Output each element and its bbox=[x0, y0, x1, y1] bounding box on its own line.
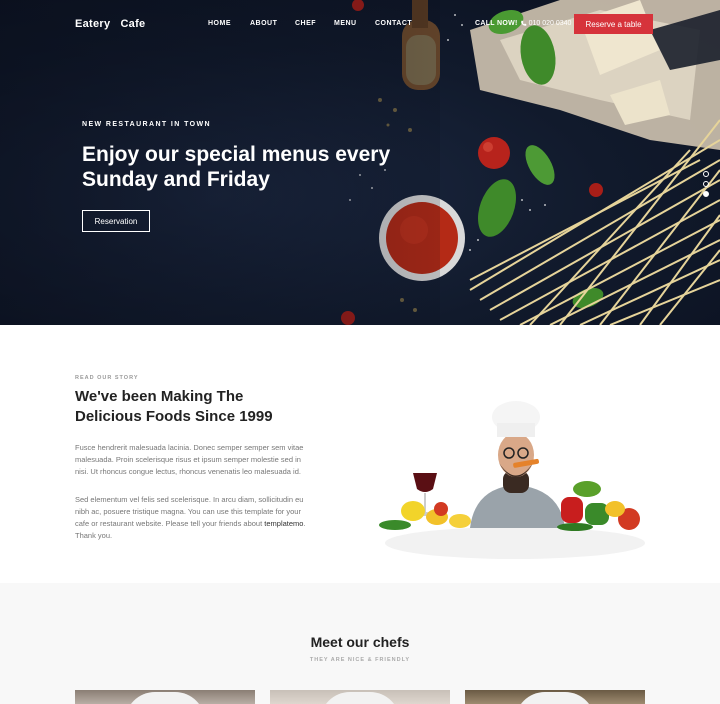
hero-title-line-2: Sunday and Friday bbox=[82, 168, 270, 191]
slider-dot-1[interactable] bbox=[703, 171, 709, 177]
story-eyebrow: READ OUR STORY bbox=[75, 375, 139, 381]
hero-title-line-1: Enjoy our special menus every bbox=[82, 143, 391, 166]
chef-card-3[interactable] bbox=[465, 690, 645, 704]
nav-contact[interactable]: CONTACT bbox=[375, 20, 415, 27]
brand-word-2: Cafe bbox=[120, 18, 146, 30]
phone-icon bbox=[520, 20, 526, 26]
nav-home[interactable]: HOME bbox=[208, 20, 250, 27]
hero-eyebrow: NEW RESTAURANT IN TOWN bbox=[82, 121, 211, 128]
story-title: We've been Making The Delicious Foods Si… bbox=[75, 387, 335, 427]
story-paragraph-1: Fusce hendrerit malesuada lacinia. Donec… bbox=[75, 443, 304, 476]
hero-text: NEW RESTAURANT IN TOWN Enjoy our special… bbox=[82, 121, 442, 192]
chef-photo-2 bbox=[320, 692, 400, 704]
nav-chef[interactable]: CHEF bbox=[295, 20, 334, 27]
reservation-button[interactable]: Reservation bbox=[82, 210, 150, 232]
chefs-section: Meet our chefs THEY ARE NICE & FRIENDLY bbox=[0, 583, 720, 704]
chef-card-1[interactable] bbox=[75, 690, 255, 704]
story-title-line-2: Delicious Foods Since 1999 bbox=[75, 408, 273, 425]
hero-section: Eatery Cafe HOME ABOUT CHEF MENU CONTACT … bbox=[0, 0, 720, 325]
call-now: CALL NOW! 010 020 0340 bbox=[475, 20, 571, 27]
chef-card-2[interactable] bbox=[270, 690, 450, 704]
top-navbar: Eatery Cafe HOME ABOUT CHEF MENU CONTACT … bbox=[0, 0, 720, 48]
templatemo-link[interactable]: templatemo bbox=[264, 519, 303, 528]
phone-number[interactable]: 010 020 0340 bbox=[529, 20, 572, 27]
story-section: READ OUR STORY We've been Making The Del… bbox=[0, 325, 720, 583]
chefs-subtitle: THEY ARE NICE & FRIENDLY bbox=[309, 657, 411, 663]
story-paragraph-2: Sed elementum vel felis sed scelerisque.… bbox=[75, 494, 315, 542]
nav-about[interactable]: ABOUT bbox=[250, 20, 295, 27]
chef-photo-1 bbox=[125, 692, 205, 704]
brand-logo[interactable]: Eatery Cafe bbox=[75, 18, 145, 30]
brand-word-1: Eatery bbox=[75, 18, 111, 30]
story-title-line-1: We've been Making The bbox=[75, 388, 244, 405]
reserve-table-button[interactable]: Reserve a table bbox=[574, 14, 653, 34]
chef-photo-3 bbox=[515, 692, 595, 704]
chefs-title: Meet our chefs bbox=[310, 634, 410, 650]
hero-title: Enjoy our special menus every Sunday and… bbox=[82, 142, 442, 192]
call-now-label: CALL NOW! bbox=[475, 20, 518, 27]
nav-menu[interactable]: MENU bbox=[334, 20, 375, 27]
slider-dot-3[interactable] bbox=[703, 191, 709, 197]
main-menu: HOME ABOUT CHEF MENU CONTACT bbox=[208, 20, 415, 27]
chef-with-vegetables-image bbox=[379, 401, 645, 559]
slider-dots bbox=[703, 171, 709, 201]
slider-dot-2[interactable] bbox=[703, 181, 709, 187]
